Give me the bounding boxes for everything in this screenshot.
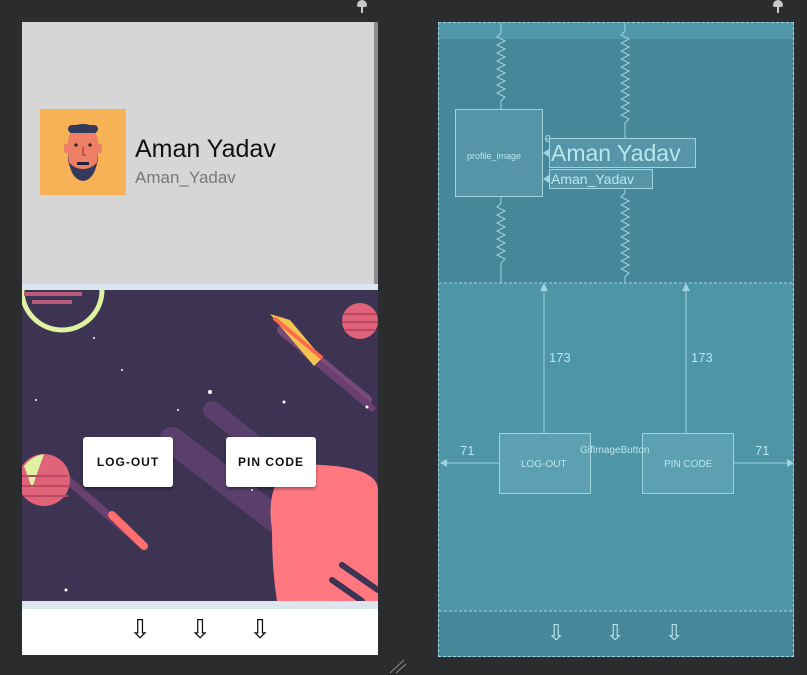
blueprint-view: profile_image 0 Aman Yadav Aman_Yadav 17… <box>438 22 794 657</box>
pin-icon <box>773 0 783 13</box>
blueprint-pin-code-label: PIN CODE <box>664 459 713 470</box>
profile-name: Aman Yadav <box>135 135 276 163</box>
blueprint-margin-label: 173 <box>549 350 571 365</box>
bottom-nav: ⇩ ⇩ ⇩ <box>22 609 378 655</box>
pin-icon <box>357 0 367 13</box>
down-arrow-icon[interactable]: ⇩ <box>248 610 272 650</box>
down-arrow-icon[interactable]: ⇩ <box>606 620 624 646</box>
resize-handle-icon[interactable] <box>388 658 408 674</box>
blueprint-username-label: Aman_Yadav <box>551 171 635 187</box>
divider <box>22 601 378 609</box>
blueprint-profile-image-label: profile_image <box>467 151 522 161</box>
blueprint-group-label: GifImageButton <box>580 445 650 456</box>
down-arrow-icon[interactable]: ⇩ <box>128 610 152 650</box>
blueprint-margin-label: 71 <box>755 443 770 458</box>
down-arrow-icon[interactable]: ⇩ <box>188 610 212 650</box>
down-arrow-icon[interactable]: ⇩ <box>665 620 683 646</box>
blueprint-logout-label: LOG-OUT <box>521 459 567 470</box>
space-background-icon <box>22 290 378 601</box>
pin-code-button[interactable]: PIN CODE <box>226 437 316 487</box>
logout-button[interactable]: LOG-OUT <box>83 437 173 487</box>
blueprint-name-label: Aman Yadav <box>551 140 681 166</box>
scrollbar[interactable] <box>374 22 378 284</box>
space-illustration <box>22 290 378 601</box>
down-arrow-icon[interactable]: ⇩ <box>547 620 565 646</box>
profile-image <box>40 109 126 195</box>
design-preview: Aman Yadav Aman_Yadav LOG-OUT PIN CODE ⇩… <box>22 22 378 655</box>
profile-header: Aman Yadav Aman_Yadav <box>22 22 378 284</box>
profile-username: Aman_Yadav <box>135 168 236 187</box>
avatar-face-icon <box>64 124 102 181</box>
blueprint-margin-label: 173 <box>691 350 713 365</box>
blueprint-margin-label: 71 <box>460 443 475 458</box>
